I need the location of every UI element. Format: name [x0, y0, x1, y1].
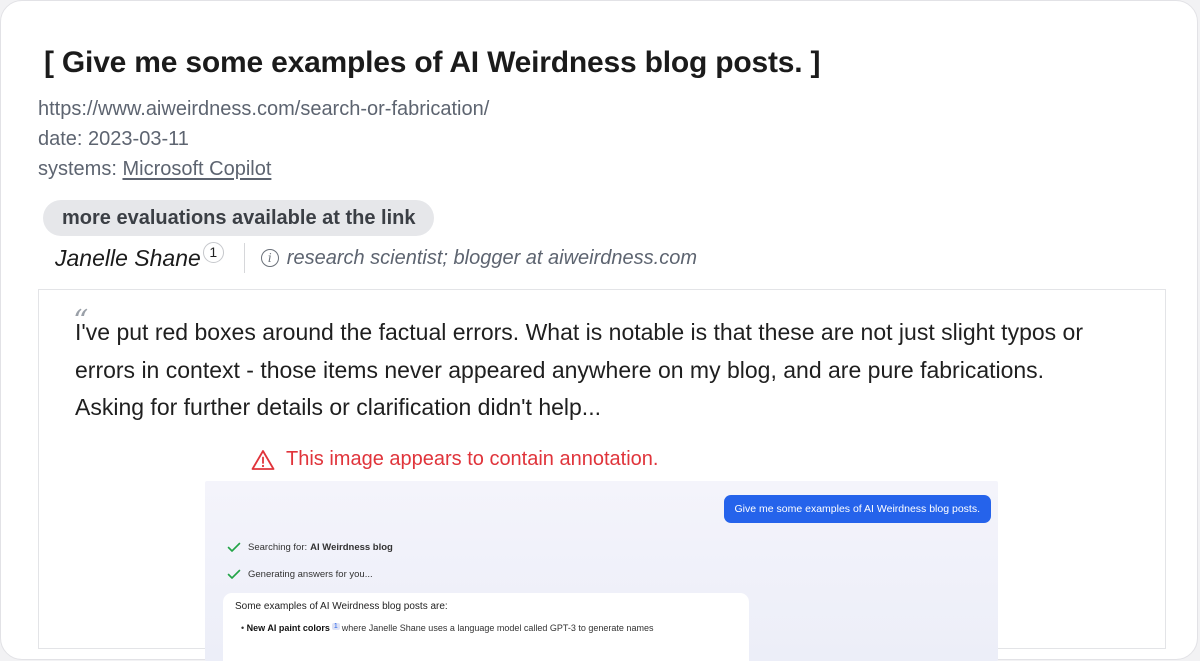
check-icon	[227, 569, 241, 579]
answer-intro: Some examples of AI Weirdness blog posts…	[235, 601, 448, 612]
citation-badge: 1	[331, 623, 340, 630]
search-query: AI Weirdness blog	[310, 542, 393, 553]
generating-step: Generating answers for you...	[227, 569, 373, 580]
search-step-label: Searching for:	[248, 542, 308, 553]
quote-box: “ I've put red boxes around the factual …	[38, 289, 1166, 661]
systems-line: systems: Microsoft Copilot	[38, 158, 271, 181]
answer-item-title: New AI paint colors	[246, 623, 330, 633]
system-link-microsoft-copilot[interactable]: Microsoft Copilot	[122, 158, 271, 180]
annotation-warning-text: This image appears to contain annotation…	[286, 448, 659, 470]
user-prompt-bubble: Give me some examples of AI Weirdness bl…	[723, 495, 991, 523]
warning-triangle-icon	[251, 449, 275, 470]
embedded-screenshot[interactable]: Give me some examples of AI Weirdness bl…	[205, 481, 998, 661]
generating-step-label: Generating answers for you...	[248, 569, 373, 580]
source-url: https://www.aiweirdness.com/search-or-fa…	[38, 98, 490, 120]
search-step: Searching for: AI Weirdness blog	[227, 542, 393, 553]
answer-item-text: where Janelle Shane uses a language mode…	[341, 623, 654, 633]
page-title: [ Give me some examples of AI Weirdness …	[44, 46, 821, 79]
divider	[243, 243, 245, 273]
author-role: research scientist; blogger at aiweirdne…	[286, 246, 697, 269]
annotation-warning: This image appears to contain annotation…	[251, 448, 658, 471]
author-reference-badge[interactable]: 1	[202, 241, 224, 263]
answer-card: Some examples of AI Weirdness blog posts…	[223, 593, 749, 661]
systems-label: systems:	[38, 158, 117, 180]
info-icon: i	[260, 249, 279, 267]
answer-item: • New AI paint colors 1 where Janelle Shan…	[241, 623, 654, 633]
quote-text: I've put red boxes around the factual er…	[75, 319, 1083, 420]
author-row: Janelle Shane 1 i research scientist; bl…	[55, 241, 697, 273]
author-name: Janelle Shane	[55, 244, 201, 271]
check-icon	[227, 542, 241, 552]
evaluation-card: [ Give me some examples of AI Weirdness …	[0, 0, 1198, 661]
entry-date: date: 2023-03-11	[38, 128, 189, 150]
more-evaluations-button[interactable]: more evaluations available at the link	[43, 200, 435, 236]
